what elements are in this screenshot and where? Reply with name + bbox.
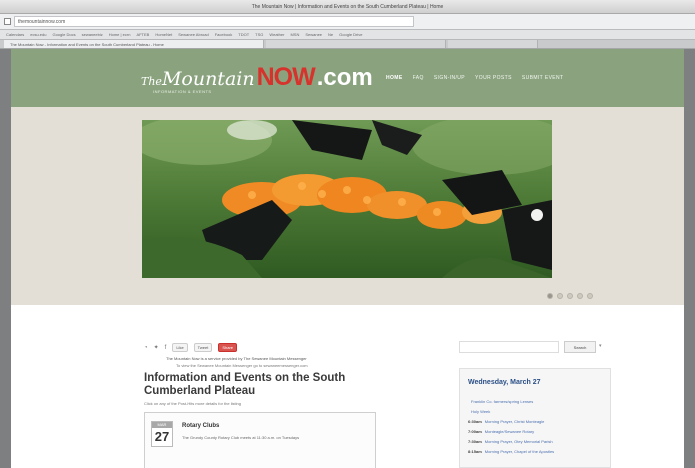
nav-sign-in[interactable]: SIGN-IN/UP bbox=[434, 75, 465, 81]
bookmark-item[interactable]: Facebook bbox=[215, 30, 233, 39]
butterfly-photo bbox=[142, 120, 552, 278]
bookmark-item[interactable]: MSN bbox=[290, 30, 299, 39]
address-bar-row: themountainnow.com bbox=[0, 14, 695, 30]
nav-submit-event[interactable]: SUBMIT EVENT bbox=[522, 75, 564, 81]
page-icon bbox=[4, 18, 11, 25]
logo-com: .com bbox=[316, 64, 373, 91]
bookmark-item[interactable]: Google Drive bbox=[339, 30, 362, 39]
bookmark-item[interactable]: Google Docs bbox=[52, 30, 75, 39]
date-badge: MAR 27 bbox=[151, 421, 173, 447]
calendar-item[interactable]: 7:00am Monteagle/Sewanee Rotary bbox=[468, 429, 534, 434]
bookmark-item[interactable]: AFTEB bbox=[136, 30, 149, 39]
window-title: The Mountain Now | Information and Event… bbox=[251, 4, 444, 10]
hero-band bbox=[11, 107, 684, 305]
event-card[interactable]: MAR 27 Rotary Clubs The Grundy County Ro… bbox=[144, 412, 376, 468]
bookmark-item[interactable]: Calendars bbox=[6, 30, 24, 39]
intro-line-2: To view the Sewanee Mountain Messenger g… bbox=[176, 363, 308, 368]
slider-dots bbox=[547, 293, 593, 299]
calendar-widget: Wednesday, March 27 Franklin Co. farmers… bbox=[459, 368, 611, 468]
logo-mountain: Mountain bbox=[161, 68, 255, 90]
bookmark-item[interactable]: TDOT bbox=[238, 30, 249, 39]
bookmark-item[interactable]: TSG bbox=[255, 30, 263, 39]
tweet-button[interactable]: Tweet bbox=[193, 343, 213, 352]
event-description: The Grundy County Rotary Club meets at 1… bbox=[182, 435, 300, 440]
bookmark-item[interactable]: ecsu.edu bbox=[30, 30, 46, 39]
search-button[interactable]: Search bbox=[564, 341, 596, 353]
bookmark-item[interactable]: Weather bbox=[269, 30, 284, 39]
logo-tagline: INFORMATION & EVENTS bbox=[153, 89, 212, 94]
page-subnote: Click on any of the Post-Hits more detai… bbox=[144, 401, 241, 406]
logo-the: The bbox=[141, 75, 162, 88]
page-title: Information and Events on the South Cumb… bbox=[144, 372, 346, 397]
rss-icon[interactable]: ◔ bbox=[144, 345, 148, 351]
address-bar[interactable]: themountainnow.com bbox=[14, 16, 414, 27]
facebook-icon[interactable]: f bbox=[165, 345, 167, 351]
tab-strip: The Mountain Now - Information and Event… bbox=[0, 40, 695, 49]
calendar-item[interactable]: 8:15am Morning Prayer, Chapel of the Apos… bbox=[468, 449, 554, 454]
main-content: ◔ ✦ f Like Tweet Share The Mountain Now … bbox=[11, 305, 684, 468]
calendar-heading: Wednesday, March 27 bbox=[468, 379, 541, 386]
slider-dot[interactable] bbox=[557, 293, 563, 299]
calendar-item[interactable]: 6:30am Morning Prayer, Christ Monteagle bbox=[468, 419, 544, 424]
bookmark-item[interactable]: Home | ecrn bbox=[109, 30, 131, 39]
tab[interactable] bbox=[266, 40, 446, 48]
calendar-item[interactable]: Franklin Co. farmers/spring Lenses bbox=[468, 399, 533, 404]
window-title-bar: The Mountain Now | Information and Event… bbox=[0, 0, 695, 14]
slider-dot[interactable] bbox=[547, 293, 553, 299]
hero-slideshow-image[interactable] bbox=[142, 120, 552, 278]
slider-dot[interactable] bbox=[567, 293, 573, 299]
bookmark-item[interactable]: HomeNet bbox=[155, 30, 172, 39]
slider-dot[interactable] bbox=[577, 293, 583, 299]
bookmark-item[interactable]: Sewanee bbox=[305, 30, 322, 39]
main-nav: HOME FAQ SIGN-IN/UP YOUR POSTS SUBMIT EV… bbox=[386, 75, 564, 81]
twitter-icon[interactable]: ✦ bbox=[154, 344, 159, 351]
intro-line-1: The Mountain Now is a service provided b… bbox=[166, 356, 307, 361]
site-header: The Mountain NOW .com INFORMATION & EVEN… bbox=[11, 49, 684, 107]
tab-active[interactable]: The Mountain Now - Information and Event… bbox=[4, 40, 264, 48]
calendar-item[interactable]: 7:30am Morning Prayer, Otey Memorial Pari… bbox=[468, 439, 553, 444]
logo-now: NOW bbox=[256, 63, 316, 91]
nav-home[interactable]: HOME bbox=[386, 75, 403, 81]
nav-faq[interactable]: FAQ bbox=[413, 75, 424, 81]
calendar-item[interactable]: Holy Week bbox=[468, 409, 490, 414]
date-day: 27 bbox=[154, 429, 170, 444]
share-button[interactable]: Share bbox=[218, 343, 238, 352]
page-viewport: The Mountain NOW .com INFORMATION & EVEN… bbox=[11, 49, 684, 468]
bookmark-item[interactable]: sewaneebiz bbox=[82, 30, 103, 39]
event-title[interactable]: Rotary Clubs bbox=[182, 423, 219, 429]
nav-your-posts[interactable]: YOUR POSTS bbox=[475, 75, 512, 81]
search-input[interactable] bbox=[459, 341, 559, 353]
bookmark-item[interactable]: Sewanee Abroad bbox=[178, 30, 208, 39]
chevron-down-icon[interactable]: ▾ bbox=[599, 343, 602, 349]
like-button[interactable]: Like bbox=[172, 343, 188, 352]
bookmark-item[interactable]: Ne bbox=[328, 30, 333, 39]
share-row: ◔ ✦ f Like Tweet Share bbox=[144, 343, 238, 352]
slider-dot[interactable] bbox=[587, 293, 593, 299]
search-box: Search ▾ bbox=[459, 341, 609, 353]
tab[interactable] bbox=[448, 40, 538, 48]
bookmarks-bar: Calendars ecsu.edu Google Docs sewaneebi… bbox=[0, 30, 695, 40]
